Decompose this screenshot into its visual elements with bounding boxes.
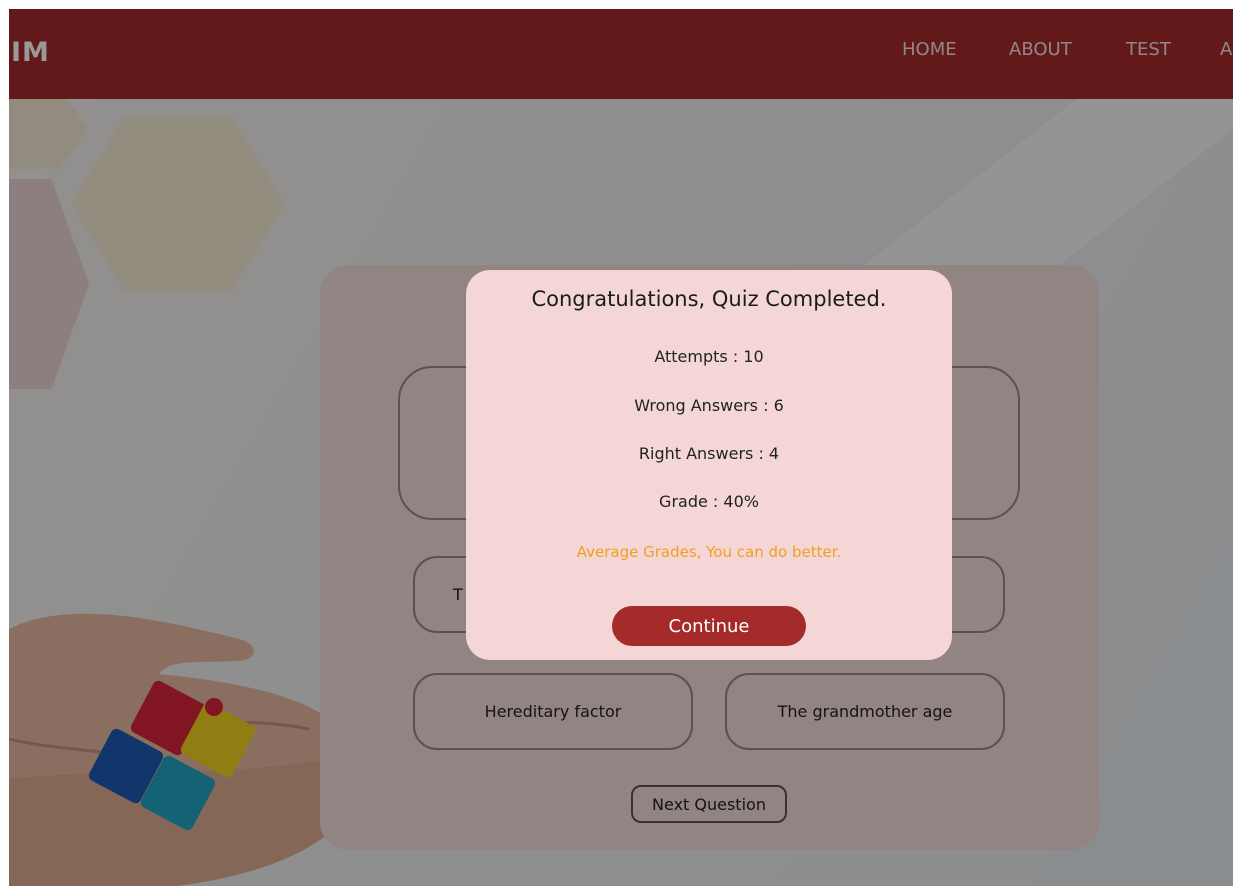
app-frame: IM HOME ABOUT TEST A T Hereditary factor…	[9, 9, 1233, 886]
attempts-count: Attempts : 10	[654, 347, 764, 366]
result-modal: Congratulations, Quiz Completed. Attempt…	[466, 270, 952, 660]
continue-button[interactable]: Continue	[612, 606, 806, 646]
right-answers-count: Right Answers : 4	[638, 444, 780, 463]
modal-title: Congratulations, Quiz Completed.	[531, 287, 887, 311]
grade-value: Grade : 40%	[659, 492, 759, 511]
grade-message: Average Grades, You can do better.	[576, 543, 842, 561]
wrong-answers-count: Wrong Answers : 6	[634, 396, 784, 415]
